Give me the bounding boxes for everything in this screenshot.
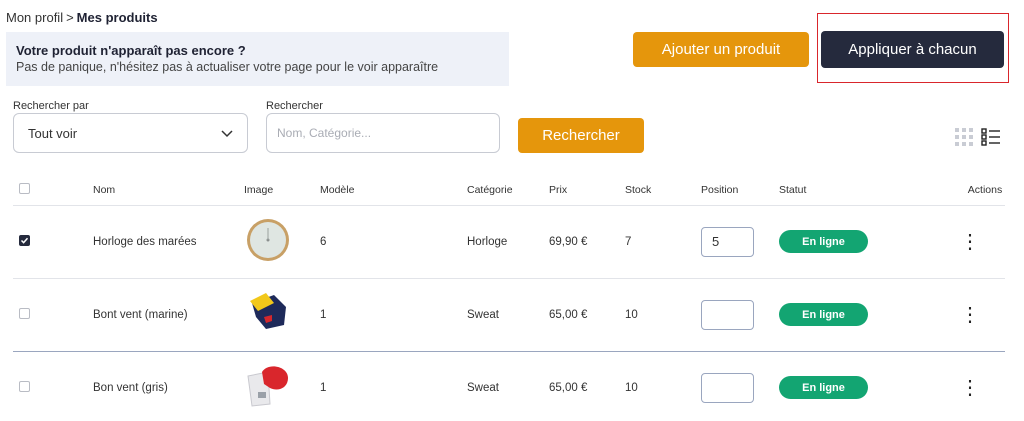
breadcrumb-separator: > bbox=[66, 10, 74, 25]
row-category: Horloge bbox=[467, 205, 549, 279]
table-row: Bon vent (gris) 1 Sweat 65,00 € 10 En li… bbox=[13, 351, 1005, 421]
row-checkbox[interactable] bbox=[19, 235, 30, 246]
breadcrumb-parent-link[interactable]: Mon profil bbox=[6, 10, 63, 25]
table-row: Horloge des marées 6 Horloge 69,90 € 7 E… bbox=[13, 205, 1005, 279]
header-category: Catégorie bbox=[467, 176, 549, 206]
row-model: 1 bbox=[320, 381, 327, 394]
row-name: Bont vent (marine) bbox=[93, 278, 244, 352]
header-position: Position bbox=[701, 176, 779, 206]
search-button[interactable]: Rechercher bbox=[518, 118, 644, 153]
header-price: Prix bbox=[549, 176, 625, 206]
row-price: 65,00 € bbox=[549, 381, 588, 394]
row-checkbox[interactable] bbox=[19, 380, 30, 392]
row-category: Sweat bbox=[467, 381, 499, 394]
info-banner: Votre produit n'apparaît pas encore ? Pa… bbox=[6, 32, 509, 86]
position-input[interactable] bbox=[701, 299, 754, 330]
row-category: Sweat bbox=[467, 278, 549, 352]
row-price: 65,00 € bbox=[549, 278, 625, 352]
header-stock: Stock bbox=[625, 176, 701, 206]
status-badge[interactable]: En ligne bbox=[779, 376, 868, 400]
search-input[interactable] bbox=[266, 113, 500, 153]
row-name: Horloge des marées bbox=[93, 205, 244, 279]
position-input[interactable] bbox=[701, 372, 754, 403]
table-row: Bont vent (marine) 1 Sweat 65,00 € 10 En… bbox=[13, 278, 1005, 352]
search-label: Rechercher bbox=[266, 100, 323, 112]
add-product-button[interactable]: Ajouter un produit bbox=[633, 32, 809, 67]
select-all-checkbox[interactable] bbox=[19, 183, 30, 195]
table-header-row: Nom Image Modèle Catégorie Prix Stock Po… bbox=[13, 176, 1005, 206]
search-by-value: Tout voir bbox=[28, 125, 78, 141]
row-model: 1 bbox=[320, 278, 467, 352]
navy-sweat-image bbox=[244, 289, 292, 337]
more-actions-icon[interactable]: ⋮ bbox=[954, 232, 986, 252]
products-table: Nom Image Modèle Catégorie Prix Stock Po… bbox=[13, 176, 1005, 421]
header-image: Image bbox=[244, 176, 320, 206]
chevron-down-icon bbox=[221, 126, 233, 141]
view-toggle bbox=[955, 128, 1001, 151]
row-checkbox[interactable] bbox=[19, 307, 30, 319]
row-name: Bon vent (gris) bbox=[93, 381, 168, 394]
info-text: Pas de panique, n'hésitez pas à actualis… bbox=[16, 60, 439, 74]
breadcrumb: Mon profil > Mes produits bbox=[6, 10, 158, 25]
info-title: Votre produit n'apparaît pas encore ? bbox=[16, 43, 246, 58]
search-by-label: Rechercher par bbox=[13, 100, 89, 112]
header-model: Modèle bbox=[320, 176, 467, 206]
more-actions-icon[interactable]: ⋮ bbox=[954, 305, 986, 325]
list-view-icon[interactable] bbox=[981, 128, 1001, 151]
search-by-select[interactable]: Tout voir bbox=[13, 113, 248, 153]
status-badge[interactable]: En ligne bbox=[779, 303, 868, 326]
header-name: Nom bbox=[93, 176, 244, 206]
more-actions-icon[interactable]: ⋮ bbox=[954, 378, 986, 398]
row-price: 69,90 € bbox=[549, 205, 625, 279]
clock-image bbox=[244, 216, 292, 264]
row-model: 6 bbox=[320, 205, 467, 279]
grid-view-icon[interactable] bbox=[955, 128, 973, 151]
breadcrumb-current: Mes produits bbox=[76, 10, 158, 25]
grey-sweat-image bbox=[244, 362, 292, 410]
position-input[interactable] bbox=[701, 226, 754, 257]
apply-to-all-button[interactable]: Appliquer à chacun bbox=[821, 31, 1004, 68]
header-actions: Actions bbox=[935, 176, 1005, 206]
row-stock: 10 bbox=[625, 381, 638, 394]
row-stock: 10 bbox=[625, 278, 701, 352]
check-icon bbox=[20, 237, 29, 244]
header-status: Statut bbox=[779, 176, 935, 206]
status-badge[interactable]: En ligne bbox=[779, 230, 868, 253]
row-stock: 7 bbox=[625, 205, 701, 279]
